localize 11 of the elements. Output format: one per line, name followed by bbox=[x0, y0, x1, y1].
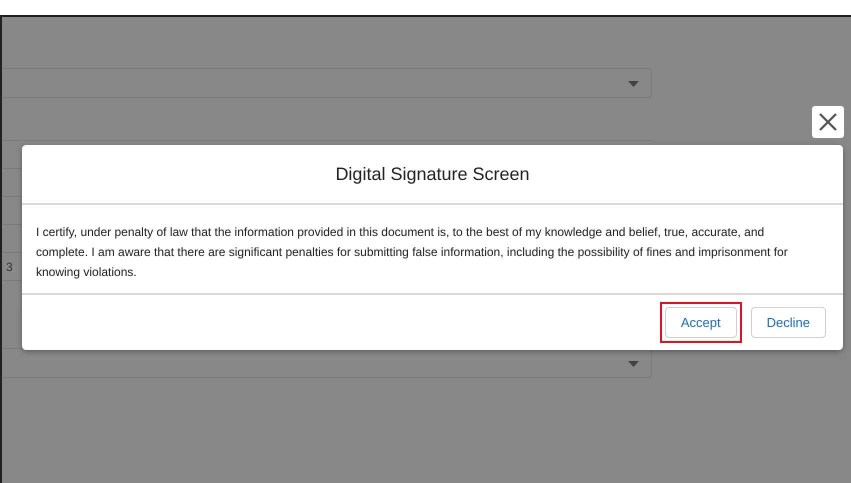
dropdown-field[interactable] bbox=[2, 68, 652, 98]
decline-button[interactable]: Decline bbox=[750, 307, 826, 338]
dialog-title: Digital Signature Screen bbox=[335, 164, 530, 184]
caret-icon bbox=[628, 361, 639, 367]
caret-icon bbox=[628, 81, 639, 87]
dropdown-field[interactable] bbox=[2, 348, 652, 378]
close-icon bbox=[818, 112, 838, 132]
close-button[interactable] bbox=[812, 106, 844, 138]
accept-button[interactable]: Accept bbox=[664, 307, 737, 338]
field-label: 3 bbox=[6, 260, 13, 274]
certification-text: I certify, under penalty of law that the information provided in this document is, to the best of my knowledge and belief, true, accurate, and complete. I am aware that there are significant penalties for submitting false information, including the possibility of fines and imprisonment for knowing violations. bbox=[36, 224, 789, 281]
